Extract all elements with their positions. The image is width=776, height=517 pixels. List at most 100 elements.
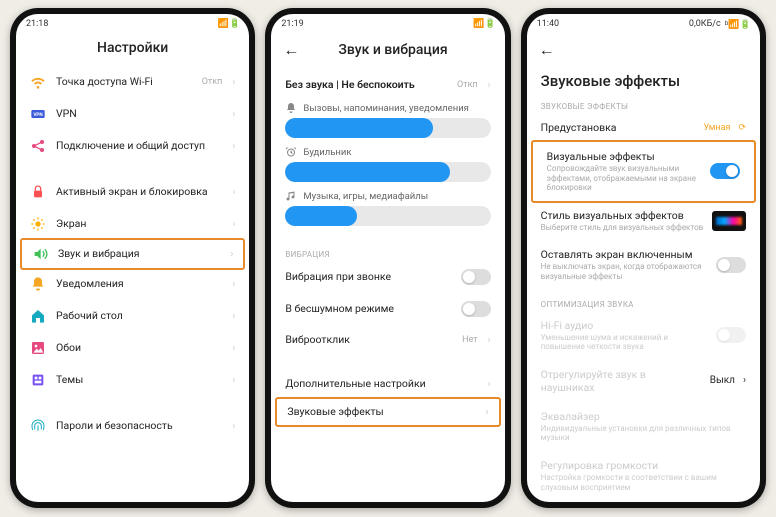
row-silent-dnd[interactable]: Без звука | Не беспокоить Откп › xyxy=(271,70,504,100)
row-keep-screen-on[interactable]: Оставлять экран включенным Не выключать … xyxy=(527,240,760,289)
row-volume[interactable]: Регулировка громкости Настройка громкост… xyxy=(527,451,760,500)
chevron-right-icon: › xyxy=(232,219,235,230)
keepon-label: Оставлять экран включенным xyxy=(541,248,708,261)
hifi-sub: Уменьшение шума и искажений и повышение … xyxy=(541,333,708,352)
chevron-right-icon: › xyxy=(232,343,235,354)
row-label: Экран xyxy=(56,218,222,231)
row-vpn[interactable]: VPN VPN › xyxy=(16,98,249,130)
volume-label: Регулировка громкости xyxy=(541,459,746,472)
silent-label: Без звука | Не беспокоить xyxy=(285,79,447,92)
slider-track[interactable] xyxy=(285,162,490,182)
row-home[interactable]: Рабочий стол› xyxy=(16,300,249,332)
alarm-icon xyxy=(285,146,297,158)
sound-icon xyxy=(32,246,48,262)
row-label: Виброотклик xyxy=(285,334,452,347)
eq-sub: Индивидуальные установки для различных т… xyxy=(541,424,746,443)
chevron-right-icon: › xyxy=(232,109,235,120)
row-Дополнительные-настройки[interactable]: Дополнительные настройки› xyxy=(271,369,504,399)
chevron-right-icon: › xyxy=(232,141,235,152)
row-share[interactable]: Подключение и общий доступ› xyxy=(16,130,249,162)
status-time: 21:19 xyxy=(281,19,303,29)
phone-frame-2: 21:19 📶 🔋 ← Звук и вибрация Без звука | … xyxy=(265,8,510,508)
row-Виброотклик[interactable]: Виброотклик Нет › xyxy=(271,325,504,355)
slider-label: Будильник xyxy=(285,146,490,158)
slider-bell: Вызовы, напоминания, уведомления xyxy=(271,100,504,144)
row-label: В бесшумном режиме xyxy=(285,303,450,316)
visual-toggle[interactable] xyxy=(710,163,740,179)
wallpaper-icon xyxy=(30,340,46,356)
row-label: Точка доступа Wi-Fi xyxy=(56,76,192,89)
header: ← xyxy=(527,34,760,70)
share-icon xyxy=(30,138,46,154)
visual-label: Визуальные эффекты xyxy=(547,150,702,163)
row-brightness[interactable]: Экран › xyxy=(16,208,249,240)
slider-track[interactable] xyxy=(285,118,490,138)
row-lock[interactable]: Активный экран и блокировка› xyxy=(16,176,249,208)
row-label: Темы xyxy=(56,374,222,387)
status-icons: 📶 🔋 xyxy=(473,19,495,29)
toggle[interactable] xyxy=(461,301,491,317)
sound-list: Без звука | Не беспокоить Откп › Вызовы,… xyxy=(271,70,504,502)
keepon-sub: Не выключать экран, когда отображаются в… xyxy=(541,262,708,281)
back-button[interactable]: ← xyxy=(539,40,555,60)
slider-track[interactable] xyxy=(285,206,490,226)
status-data-rate: 0,0КБ/с xyxy=(689,19,721,29)
row-label: VPN xyxy=(56,108,222,121)
row-sound[interactable]: Звук и вибрация › xyxy=(20,238,245,270)
vpn-icon: VPN xyxy=(30,106,46,122)
refresh-icon: ⟳ xyxy=(738,123,746,133)
phone-frame-3: 11:40 0,0КБ/с ᵇ 📶 🔋 ← Звуковые эффекты З… xyxy=(521,8,766,508)
chevron-right-icon: › xyxy=(232,187,235,198)
row-headphones[interactable]: Отрегулируйте звук в наушниках Выкл › xyxy=(527,360,760,402)
row-label: Рабочий стол xyxy=(56,310,222,323)
music-icon xyxy=(285,190,297,202)
screen-settings: 21:18 📶 🔋 Настройки Точка доступа Wi-FiО… xyxy=(16,14,249,502)
row-bell[interactable]: Уведомления› xyxy=(16,268,249,300)
row-label: Дополнительные настройки xyxy=(285,378,477,391)
phone-frame-1: 21:18 📶 🔋 Настройки Точка доступа Wi-FiО… xyxy=(10,8,255,508)
statusbar: 21:18 📶 🔋 xyxy=(16,14,249,34)
row-fingerprint[interactable]: Пароли и безопасность› xyxy=(16,410,249,442)
row-label: Звуковые эффекты xyxy=(287,406,475,419)
status-time: 11:40 xyxy=(537,19,559,29)
row-Звуковые-эффекты[interactable]: Звуковые эффекты› xyxy=(275,397,500,427)
bell-icon xyxy=(285,102,297,114)
svg-text:VPN: VPN xyxy=(33,112,42,118)
lock-icon xyxy=(30,184,46,200)
row-themes[interactable]: Темы› xyxy=(16,364,249,396)
row-label: Вибрация при звонке xyxy=(285,271,450,284)
page-title: Настройки xyxy=(97,40,168,56)
row-wallpaper[interactable]: Обои› xyxy=(16,332,249,364)
settings-list: Точка доступа Wi-FiОткп›VPNVPN›Подключен… xyxy=(16,66,249,502)
toggle[interactable] xyxy=(461,269,491,285)
themes-icon xyxy=(30,372,46,388)
row-visual-effects[interactable]: Визуальные эффекты Сопровождайте звук ви… xyxy=(531,140,756,203)
status-right: 0,0КБ/с ᵇ 📶 🔋 xyxy=(689,19,750,30)
chevron-right-icon: › xyxy=(232,279,235,290)
keepon-toggle[interactable] xyxy=(716,257,746,273)
row-hifi: Hi-Fi аудио Уменьшение шума и искажений … xyxy=(527,311,760,360)
row-eq[interactable]: Эквалайзер Индивидуальные установки для … xyxy=(527,402,760,451)
row-preset[interactable]: Предустановка Умная ⟳ xyxy=(527,113,760,142)
volume-sub: Настройка громкости в соответствии с ваш… xyxy=(541,473,746,492)
eq-label: Эквалайзер xyxy=(541,410,746,423)
row-label: Звук и вибрация xyxy=(58,248,220,261)
chevron-right-icon: › xyxy=(488,335,491,346)
style-sub: Выберите стиль для визуальных эффектов xyxy=(541,223,704,233)
header: ← Звук и вибрация xyxy=(271,34,504,70)
row-В-бесшумном-режиме[interactable]: В бесшумном режиме xyxy=(271,293,504,325)
headphones-label: Отрегулируйте звук в наушниках xyxy=(541,368,702,394)
wifi-icon xyxy=(30,74,46,90)
row-visual-style[interactable]: Стиль визуальных эффектов Выберите стиль… xyxy=(527,201,760,241)
slider-label: Музыка, игры, медиафайлы xyxy=(285,190,490,202)
statusbar: 21:19 📶 🔋 xyxy=(271,14,504,34)
row-Вибрация-при-звонке[interactable]: Вибрация при звонке xyxy=(271,261,504,293)
screen-sound-effects: 11:40 0,0КБ/с ᵇ 📶 🔋 ← Звуковые эффекты З… xyxy=(527,14,760,502)
row-value: Нет xyxy=(462,335,477,345)
chevron-right-icon: › xyxy=(743,375,746,386)
chevron-right-icon: › xyxy=(230,249,233,260)
status-icons: ᵇ 📶 🔋 xyxy=(725,19,750,30)
row-wifi[interactable]: Точка доступа Wi-FiОткп› xyxy=(16,66,249,98)
preset-label: Предустановка xyxy=(541,121,696,134)
status-time: 21:18 xyxy=(26,19,48,29)
